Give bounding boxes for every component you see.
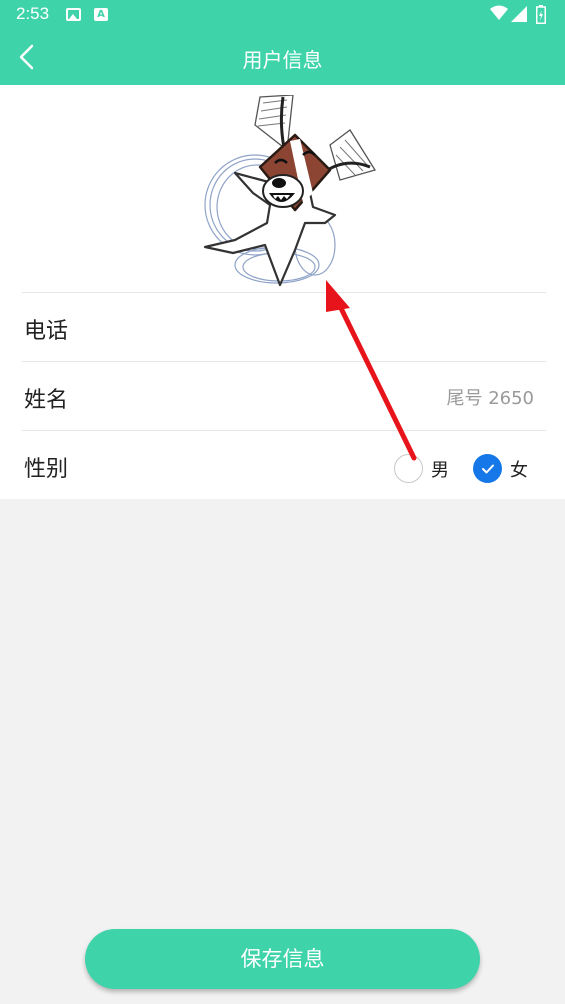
radio-checked-icon[interactable] [473,454,502,483]
gender-option-label: 女 [510,459,528,481]
phone-label: 电话 [24,319,69,344]
name-row[interactable]: 姓名 尾号 2650 [22,361,546,430]
dog-avatar-image[interactable] [195,95,380,290]
app-bar: 用户信息 [0,30,565,85]
gender-option-female[interactable]: 女 [473,454,528,483]
wifi-icon [490,5,508,20]
gender-option-label: 男 [431,459,449,481]
gender-option-male[interactable]: 男 [394,454,449,483]
signal-icon [511,6,527,22]
gender-label: 性别 [24,457,69,482]
name-value[interactable]: 尾号 2650 [446,384,534,410]
image-notification-icon [66,8,81,21]
name-label: 姓名 [24,388,69,413]
battery-icon [536,5,546,24]
phone-row[interactable]: 电话 [22,292,546,361]
gender-row: 性别 男 女 [22,430,546,499]
radio-unchecked-icon[interactable] [394,454,423,483]
user-info-card: 电话 姓名 尾号 2650 性别 男 女 [0,85,565,499]
page-title: 用户信息 [242,48,323,72]
status-bar: 2:53 A [0,0,565,30]
save-button[interactable]: 保存信息 [85,929,480,989]
status-time: 2:53 [16,4,50,23]
text-notification-icon: A [94,8,108,21]
